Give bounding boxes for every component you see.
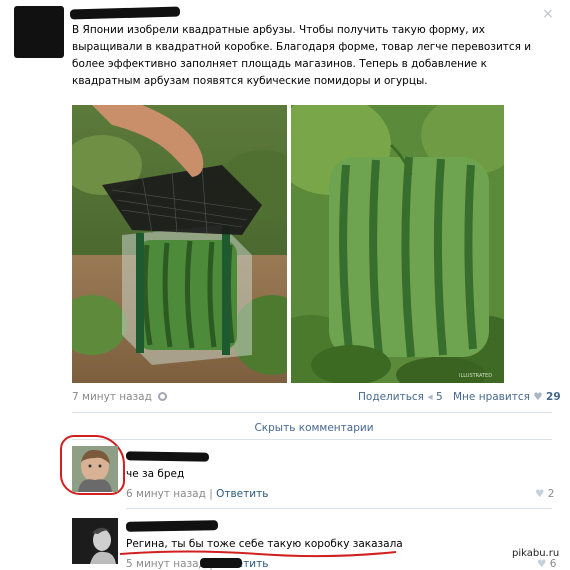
comment-divider bbox=[126, 508, 552, 509]
avatar[interactable] bbox=[72, 518, 118, 564]
redacted-scribble bbox=[200, 558, 242, 568]
comments-divider bbox=[72, 439, 552, 440]
close-icon[interactable]: × bbox=[542, 6, 554, 22]
heart-icon: ♥ bbox=[537, 558, 547, 570]
heart-icon: ♥ bbox=[533, 391, 543, 403]
author-avatar-redacted[interactable] bbox=[14, 6, 64, 58]
post-divider bbox=[72, 412, 552, 413]
comment-like-button[interactable]: ♥ 2 bbox=[535, 488, 554, 500]
megaphone-icon: ◂ bbox=[427, 391, 433, 403]
comment-like-count: 2 bbox=[547, 488, 555, 500]
post-timestamp-text[interactable]: 7 минут назад bbox=[72, 391, 152, 403]
comment-text: че за бред bbox=[126, 468, 185, 480]
comment-like-count: 6 bbox=[549, 558, 557, 570]
like-count: 29 bbox=[546, 391, 561, 403]
like-button[interactable]: Мне нравится ♥ 29 bbox=[453, 391, 561, 403]
site-watermark: pikabu.ru bbox=[510, 548, 562, 559]
post-text: В Японии изобрели квадратные арбузы. Что… bbox=[72, 24, 532, 87]
comment-like-button[interactable]: ♥ 6 bbox=[537, 558, 556, 570]
site-watermark-text: pikabu.ru bbox=[512, 548, 560, 559]
hide-comments-link[interactable]: Скрыть комментарии bbox=[72, 422, 556, 434]
avatar[interactable] bbox=[72, 446, 118, 492]
like-label[interactable]: Мне нравится bbox=[453, 391, 530, 403]
author-name-redacted[interactable] bbox=[69, 6, 181, 20]
photo-watermark: ILLUSTRATED bbox=[459, 373, 493, 379]
comment-timestamp[interactable]: 5 минут назад bbox=[126, 558, 206, 570]
comment-meta: 5 минут назад | Ответить bbox=[126, 558, 268, 570]
share-label[interactable]: Поделиться bbox=[358, 391, 424, 403]
square-watermelon-photo[interactable]: ILLUSTRATED bbox=[291, 105, 504, 383]
share-button[interactable]: Поделиться ◂ 5 bbox=[358, 391, 443, 403]
commenter-name-redacted[interactable] bbox=[125, 451, 210, 462]
watermelon-in-box-photo[interactable] bbox=[72, 105, 287, 383]
commenter-name-redacted[interactable] bbox=[125, 520, 219, 532]
reply-button[interactable]: Ответить bbox=[216, 488, 268, 500]
share-count: 5 bbox=[435, 391, 443, 403]
post-timestamp[interactable]: 7 минут назад bbox=[72, 391, 168, 403]
heart-icon: ♥ bbox=[535, 488, 545, 500]
comment-meta: 6 минут назад | Ответить bbox=[126, 488, 268, 500]
comment-timestamp[interactable]: 6 минут назад bbox=[126, 488, 206, 500]
gear-icon[interactable] bbox=[158, 392, 168, 401]
